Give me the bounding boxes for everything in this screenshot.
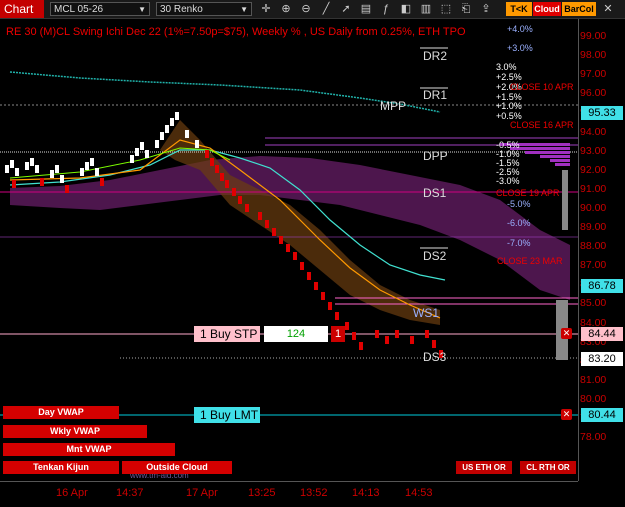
pct-label: 3.0% — [496, 62, 517, 72]
x-tick-label: 13:52 — [300, 487, 328, 499]
ws1-label: WS1 — [413, 306, 440, 320]
orange-band — [160, 120, 440, 325]
bars-icon[interactable]: ▥ — [418, 2, 434, 16]
properties-icon[interactable]: ▤ — [358, 2, 374, 16]
cloud-toggle[interactable]: Cloud — [533, 2, 561, 16]
pct-label: -3.0% — [496, 176, 520, 186]
y-tick-label: 91.00 — [580, 182, 607, 195]
x-tick-label: 14:37 — [116, 487, 144, 499]
zoom-out-icon[interactable]: ⊖ — [298, 2, 314, 16]
y-tick-label: 98.00 — [580, 49, 607, 62]
zoom-in-icon[interactable]: ⊕ — [278, 2, 294, 16]
barcol-toggle[interactable]: BarCol — [562, 2, 596, 16]
y-tick-label: 96.00 — [580, 87, 607, 100]
dpp-label: DPP — [423, 149, 448, 163]
teal-ma — [9, 71, 441, 113]
y-tick-label: 87.00 — [580, 259, 607, 272]
bar-type-selector[interactable]: 30 Renko ▼ — [156, 2, 252, 16]
chevron-down-icon: ▼ — [138, 5, 146, 14]
y-tick-label: 93.00 — [580, 144, 607, 157]
dr1-label: DR1 — [423, 88, 448, 102]
share-icon[interactable]: ⇪ — [478, 2, 494, 16]
buy-lmt-order[interactable]: 1 Buy LMT — [194, 407, 260, 423]
strategy-icon[interactable]: ◧ — [398, 2, 414, 16]
close-label: CLOSE 16 APR — [510, 120, 574, 130]
pct-label: -6.0% — [507, 218, 531, 228]
price-tag-95: 95.33 — [581, 106, 623, 120]
price-tag-84: 84.44 — [581, 327, 623, 341]
us-eth-or-button[interactable]: US ETH OR — [456, 461, 512, 474]
day-vwap-button[interactable]: Day VWAP — [3, 406, 119, 419]
y-tick-label: 90.00 — [580, 201, 607, 214]
cancel-buy-stp-icon[interactable]: ✕ — [561, 328, 572, 339]
outside-cloud-button[interactable]: Outside Cloud — [122, 461, 232, 474]
wkly-vwap-button[interactable]: Wkly VWAP — [3, 425, 147, 438]
close-label: CLOSE 10 APR — [510, 82, 574, 92]
draw-line-icon[interactable]: ╱ — [318, 2, 334, 16]
x-tick-label: 17 Apr — [186, 487, 218, 499]
cursor-icon[interactable]: ➚ — [338, 2, 354, 16]
y-tick-label: 89.00 — [580, 221, 607, 233]
instrument-selector[interactable]: MCL 05-26 ▼ — [50, 2, 150, 16]
price-tag-83: 83.20 — [581, 352, 623, 366]
ds3-label: DS3 — [423, 350, 447, 364]
x-tick-label: 16 Apr — [56, 487, 88, 499]
chart-toolbar: Chart MCL 05-26 ▼ 30 Renko ▼ ✛ ⊕ ⊖ ╱ ➚ ▤ ƒ… — [0, 0, 625, 19]
chart-tab[interactable]: Chart — [0, 0, 44, 18]
dr2-label: DR2 — [423, 49, 448, 63]
cl-rth-or-button[interactable]: CL RTH OR — [520, 461, 576, 474]
instrument-value: MCL 05-26 — [54, 4, 104, 15]
pct-label: +4.0% — [507, 24, 533, 34]
pct-label: +3.0% — [507, 43, 533, 53]
chart-title: RE 30 (M)CL Swing Ichi Dec 22 (1%=7.50p=… — [6, 26, 466, 38]
y-tick-label: 85.00 — [580, 297, 607, 310]
x-tick-label: 13:25 — [248, 487, 276, 499]
y-tick-label: 94.00 — [580, 125, 607, 138]
ds2-label: DS2 — [423, 249, 447, 263]
pct-label: -5.0% — [507, 199, 531, 209]
y-tick-label: 99.00 — [580, 30, 607, 42]
cancel-buy-lmt-icon[interactable]: ✕ — [561, 409, 572, 420]
indicators-icon[interactable]: ƒ — [378, 2, 394, 16]
mpp-label: MPP — [380, 99, 407, 113]
buy-stp-order[interactable]: 1 Buy STP — [194, 326, 260, 342]
pct-label: -7.0% — [507, 238, 531, 248]
y-tick-label: 80.00 — [580, 392, 607, 405]
ds1-label: DS1 — [423, 186, 447, 200]
pct-label: +1.0% — [496, 101, 522, 111]
close-label: CLOSE 23 MAR — [497, 256, 563, 266]
mnt-vwap-button[interactable]: Mnt VWAP — [3, 443, 175, 456]
crosshair-icon[interactable]: ✛ — [258, 2, 274, 16]
close-label: CLOSE 19 APR — [496, 188, 560, 198]
y-tick-label: 92.00 — [580, 163, 607, 176]
price-tag-80: 80.44 — [581, 408, 623, 422]
fullscreen-icon[interactable]: ⬚ — [438, 2, 454, 16]
y-tick-label: 81.00 — [580, 373, 607, 386]
x-tick-label: 14:53 — [405, 487, 433, 499]
close-icon[interactable]: ✕ — [600, 2, 616, 16]
x-tick-label: 14:13 — [352, 487, 380, 499]
buy-stp-qty[interactable]: 124 — [264, 326, 328, 342]
tok-toggle[interactable]: T<K — [506, 2, 532, 16]
y-tick-label: 97.00 — [580, 68, 607, 81]
pct-label: +2.5% — [496, 72, 522, 82]
y-tick-label: 88.00 — [580, 240, 607, 253]
bar-type-value: 30 Renko — [160, 4, 203, 15]
attach-icon[interactable]: ⎗ — [458, 2, 474, 16]
y-tick-label: 78.00 — [580, 431, 607, 444]
price-tag-86: 86.78 — [581, 279, 623, 293]
tenkan-kijun-button[interactable]: Tenkan Kijun — [3, 461, 119, 474]
buy-stp-count[interactable]: 1 — [331, 326, 345, 342]
chevron-down-icon: ▼ — [240, 5, 248, 14]
